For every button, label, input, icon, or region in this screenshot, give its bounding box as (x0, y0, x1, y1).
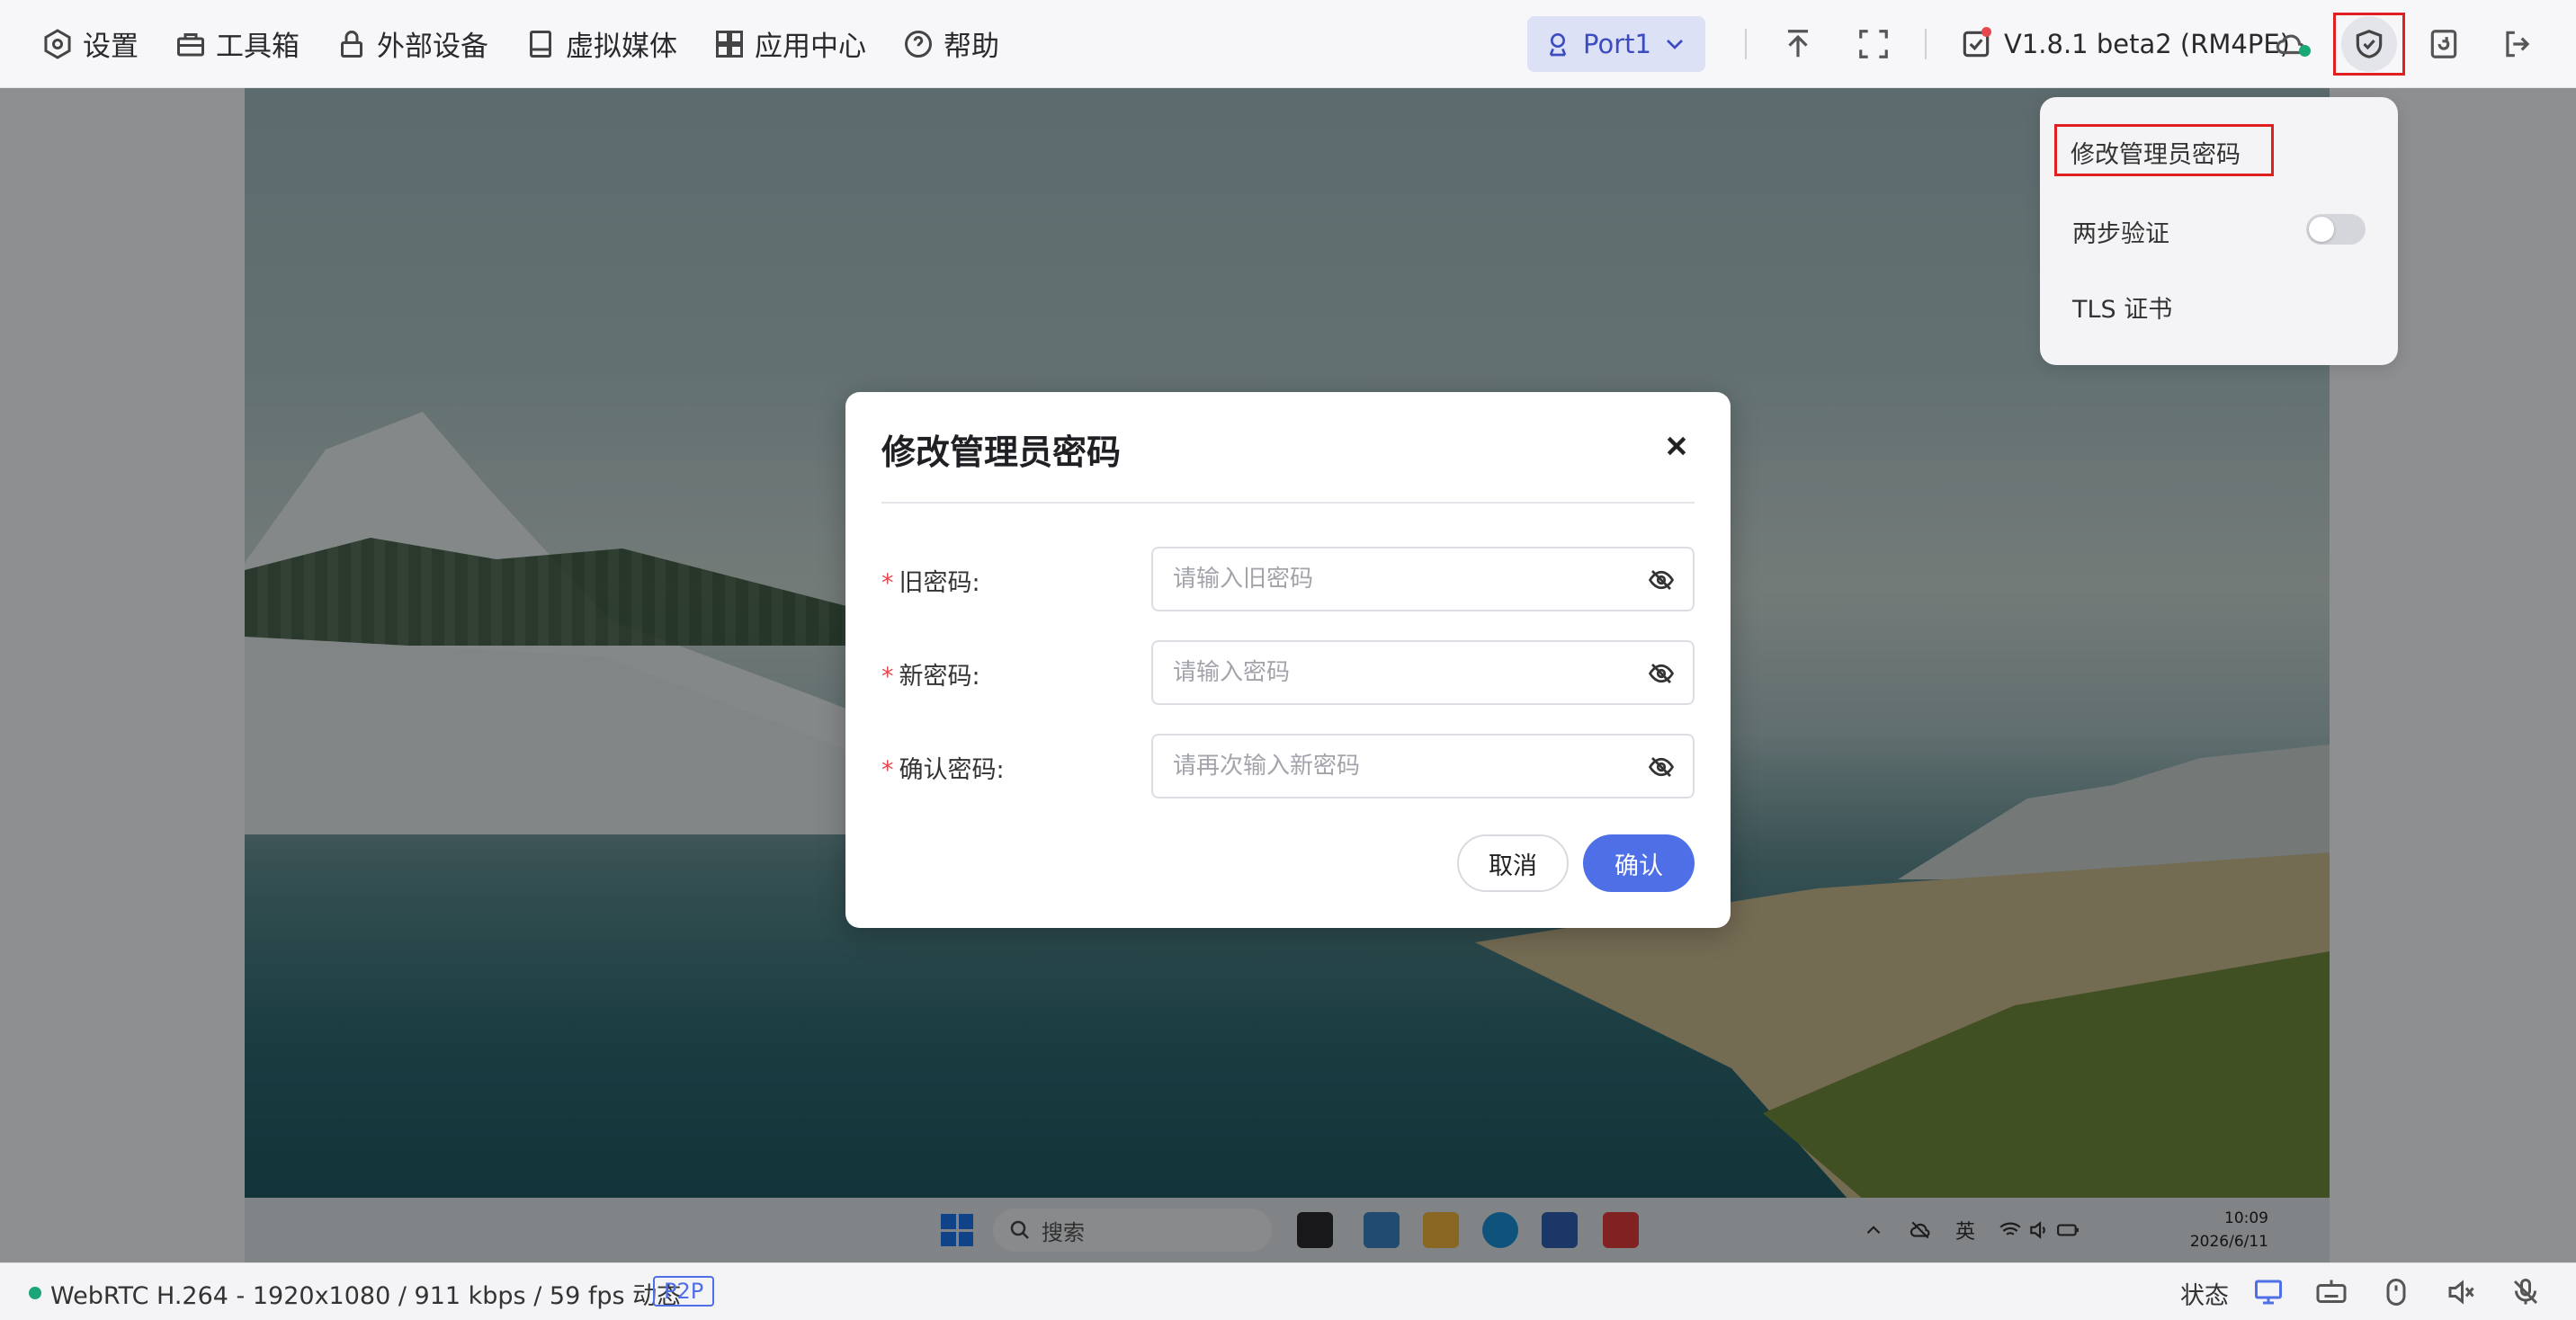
menu-settings-label: 设置 (83, 31, 139, 63)
upload-button[interactable] (1775, 22, 1820, 67)
microphone-mute-button[interactable] (2509, 1276, 2542, 1308)
logout-icon (2506, 31, 2530, 58)
status-label[interactable]: 状态 (2180, 1276, 2229, 1311)
toolbar-divider (1925, 29, 1927, 59)
top-toolbar: 设置 工具箱 外部设备 虚拟媒体 应用中心 帮助 Port1 V1.8.1 be… (0, 0, 2576, 88)
new-password-field (1151, 640, 1695, 705)
menu-toolbox-label: 工具箱 (216, 31, 300, 63)
eye-off-icon (1648, 570, 1675, 590)
port-icon (1549, 33, 1567, 57)
confirm-password-field (1151, 734, 1695, 798)
toolbar-divider (1745, 29, 1747, 59)
upload-icon (1787, 30, 1809, 58)
speaker-mute-icon (2448, 1280, 2474, 1305)
version-info[interactable]: V1.8.1 beta2 (RM4PE) (1959, 22, 2290, 67)
two-step-toggle[interactable] (2306, 214, 2366, 245)
stream-info: WebRTC H.264 - 1920x1080 / 911 kbps / 59… (50, 1282, 682, 1310)
eye-off-icon (1648, 757, 1675, 777)
port-selector[interactable]: Port1 (1527, 16, 1705, 72)
menu-two-step-verification[interactable]: 两步验证 (2072, 214, 2169, 249)
menu-help-label: 帮助 (944, 31, 999, 63)
monitor-icon (2255, 1280, 2282, 1305)
menu-external-devices-label: 外部设备 (377, 31, 488, 63)
cancel-button[interactable]: 取消 (1457, 834, 1569, 892)
menu-change-admin-password[interactable]: 修改管理员密码 (2071, 135, 2241, 170)
menu-app-center[interactable]: 应用中心 (695, 0, 884, 88)
toolbox-icon (177, 32, 204, 56)
new-password-input[interactable] (1173, 642, 1623, 703)
logout-button[interactable] (2495, 22, 2540, 67)
menu-external-devices[interactable]: 外部设备 (318, 0, 506, 88)
menu-virtual-media[interactable]: 虚拟媒体 (506, 0, 695, 88)
menu-settings[interactable]: 设置 (0, 0, 157, 88)
dialog-divider (881, 502, 1695, 504)
fullscreen-icon (1859, 30, 1888, 58)
security-button-bg (2341, 16, 2397, 72)
shield-check-icon (2356, 30, 2383, 58)
close-icon (1667, 436, 1686, 456)
cloud-button[interactable] (2268, 22, 2313, 67)
menu-help[interactable]: 帮助 (884, 0, 1017, 88)
new-password-row: * 新密码: (881, 640, 1695, 705)
old-password-field (1151, 547, 1695, 611)
cloud-status-dot (2299, 45, 2311, 57)
old-password-input[interactable] (1173, 549, 1623, 610)
new-password-label: * 新密码: (881, 663, 980, 691)
lock-icon (341, 30, 362, 58)
settings-icon (44, 28, 71, 59)
restart-button[interactable] (2421, 22, 2466, 67)
menu-tls-certificate[interactable]: TLS 证书 (2072, 290, 2172, 325)
restart-icon (2430, 30, 2457, 58)
update-badge (1981, 27, 1991, 37)
confirm-button[interactable]: 确认 (1583, 834, 1695, 892)
keyboard-icon (2316, 1280, 2347, 1303)
apps-icon (716, 30, 743, 58)
confirm-password-row: * 确认密码: (881, 734, 1695, 798)
version-label: V1.8.1 beta2 (RM4PE) (2004, 29, 2290, 59)
toggle-visibility-button[interactable] (1648, 754, 1675, 780)
toggle-visibility-button[interactable] (1648, 660, 1675, 687)
menu-app-center-label: 应用中心 (755, 31, 866, 63)
status-bar: WebRTC H.264 - 1920x1080 / 911 kbps / 59… (0, 1262, 2576, 1320)
menu-toolbox[interactable]: 工具箱 (157, 0, 318, 88)
chevron-down-icon (1667, 40, 1683, 49)
close-button[interactable] (1660, 430, 1693, 462)
confirm-password-input[interactable] (1173, 736, 1623, 797)
help-icon (905, 30, 932, 58)
security-button[interactable] (2333, 13, 2405, 76)
mouse-button[interactable] (2380, 1276, 2412, 1308)
disk-icon (530, 30, 551, 58)
microphone-off-icon (2513, 1279, 2538, 1305)
old-password-label: * 旧密码: (881, 569, 980, 597)
toggle-knob (2309, 217, 2334, 242)
keyboard-button[interactable] (2315, 1276, 2348, 1308)
speaker-mute-button[interactable] (2445, 1276, 2477, 1308)
fullscreen-button[interactable] (1851, 22, 1896, 67)
eye-off-icon (1648, 664, 1675, 683)
change-password-dialog: 修改管理员密码 * 旧密码: * 新密码: * 确认密码: 取消 确认 (845, 392, 1731, 928)
menu-virtual-media-label: 虚拟媒体 (566, 31, 677, 63)
toggle-visibility-button[interactable] (1648, 566, 1675, 593)
dialog-title: 修改管理员密码 (881, 433, 1122, 472)
old-password-row: * 旧密码: (881, 547, 1695, 611)
p2p-badge: P2P (653, 1276, 715, 1307)
security-dropdown: 修改管理员密码 两步验证 TLS 证书 (2040, 97, 2398, 365)
mouse-icon (2386, 1279, 2406, 1306)
confirm-password-label: * 确认密码: (881, 756, 1005, 784)
monitor-button[interactable] (2252, 1276, 2285, 1308)
port-label: Port1 (1583, 29, 1651, 59)
connection-status-dot (29, 1287, 41, 1299)
